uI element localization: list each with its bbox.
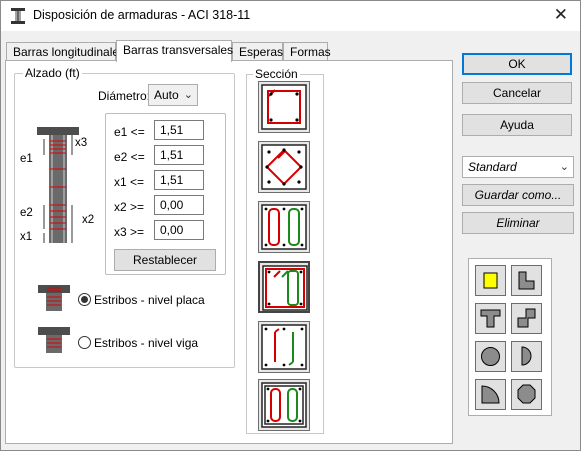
tab-barras-longitudinales[interactable]: Barras longitudinales (6, 42, 125, 61)
octagon-shape-icon (517, 384, 536, 404)
diagram-e1-label: e1 (20, 153, 33, 165)
chevron-down-icon: ⌄ (559, 161, 569, 173)
diametro-select[interactable]: Auto ⌄ (148, 84, 198, 106)
column-elevation-diagram (37, 127, 79, 243)
guardar-como-button[interactable]: Guardar como... (462, 184, 574, 206)
radio-estribos-placa[interactable] (78, 293, 91, 306)
section-pattern-3[interactable] (258, 201, 310, 253)
x1-input[interactable]: 1,51 (154, 170, 204, 190)
section-pattern-1[interactable] (258, 81, 310, 133)
diametro-label: Diámetro: (98, 89, 151, 103)
tab-barras-transversales[interactable]: Barras transversales (116, 40, 233, 62)
shape-palette (468, 258, 552, 416)
radio-estribos-viga[interactable] (78, 336, 91, 349)
half-circle-shape-icon (521, 346, 532, 366)
dialog-window: Disposición de armaduras - ACI 318-11 ✕ … (0, 0, 581, 451)
shape-half-circle-button[interactable] (511, 341, 542, 372)
eliminar-button[interactable]: Eliminar (462, 212, 574, 234)
preset-select[interactable]: Standard ⌄ (462, 156, 574, 178)
t-shape-icon (480, 309, 501, 328)
chevron-down-icon: ⌄ (183, 89, 193, 101)
radio-estribos-viga-label[interactable]: Estribos - nivel viga (94, 336, 198, 350)
e2-label: e2 <= (114, 150, 145, 164)
section-two-ties-icon (261, 382, 307, 428)
section-tie-crosstie-icon (262, 265, 308, 311)
preset-value: Standard (468, 160, 517, 174)
window-title: Disposición de armaduras - ACI 318-11 (33, 8, 251, 22)
ayuda-button[interactable]: Ayuda (462, 114, 572, 136)
quarter-circle-shape-icon (481, 385, 500, 404)
diagram-x1-label: x1 (20, 231, 33, 243)
x1-label: x1 <= (114, 175, 145, 189)
x3-label: x3 >= (114, 225, 145, 239)
section-perimeter-tie-icon (261, 84, 307, 130)
rebar-app-icon (11, 8, 25, 24)
diagram-x2-label: x2 (82, 214, 95, 226)
x2-input[interactable]: 0,00 (154, 195, 204, 215)
circle-shape-icon (481, 347, 500, 366)
shape-t-button[interactable] (475, 303, 506, 334)
shape-circle-button[interactable] (475, 341, 506, 372)
close-icon[interactable]: ✕ (554, 5, 568, 25)
x3-input[interactable]: 0,00 (154, 220, 204, 240)
ok-button[interactable]: OK (462, 53, 572, 75)
section-two-crossties-icon (261, 324, 307, 370)
diagram-x3-label: x3 (75, 137, 88, 149)
shape-quarter-circle-button[interactable] (475, 379, 506, 410)
shape-l-button[interactable] (511, 265, 542, 296)
seccion-legend: Sección (253, 67, 300, 81)
stirrup-beam-level-icon (38, 327, 70, 353)
cancelar-button[interactable]: Cancelar (462, 82, 572, 104)
tab-formas[interactable]: Formas (283, 42, 331, 61)
diagram-e2-label: e2 (20, 207, 33, 219)
tab-panel: Alzado (ft) Diámetro: Auto ⌄ x3 e1 e2 x2… (5, 60, 453, 444)
diametro-value: Auto (154, 88, 179, 102)
l-shape-icon (518, 271, 535, 290)
shape-rectangle-button[interactable] (475, 265, 506, 296)
rectangle-shape-icon (483, 272, 498, 289)
stirrup-slab-level-icon (38, 285, 70, 311)
section-double-tie-icon (261, 204, 307, 250)
alzado-legend: Alzado (ft) (23, 66, 82, 80)
title-bar: Disposición de armaduras - ACI 318-11 ✕ (1, 1, 580, 31)
section-pattern-5[interactable] (258, 321, 310, 373)
radio-estribos-placa-label[interactable]: Estribos - nivel placa (94, 293, 205, 307)
shape-z-button[interactable] (511, 303, 542, 334)
x2-label: x2 >= (114, 200, 145, 214)
section-pattern-6[interactable] (258, 379, 310, 431)
e1-label: e1 <= (114, 125, 145, 139)
e2-input[interactable]: 1,51 (154, 145, 204, 165)
section-diamond-tie-icon (261, 144, 307, 190)
e1-input[interactable]: 1,51 (154, 120, 204, 140)
shape-octagon-button[interactable] (511, 379, 542, 410)
restablecer-button[interactable]: Restablecer (114, 249, 216, 271)
tab-esperas[interactable]: Esperas (232, 42, 283, 61)
section-pattern-4-selected[interactable] (258, 261, 310, 313)
section-pattern-2[interactable] (258, 141, 310, 193)
z-shape-icon (517, 308, 536, 328)
